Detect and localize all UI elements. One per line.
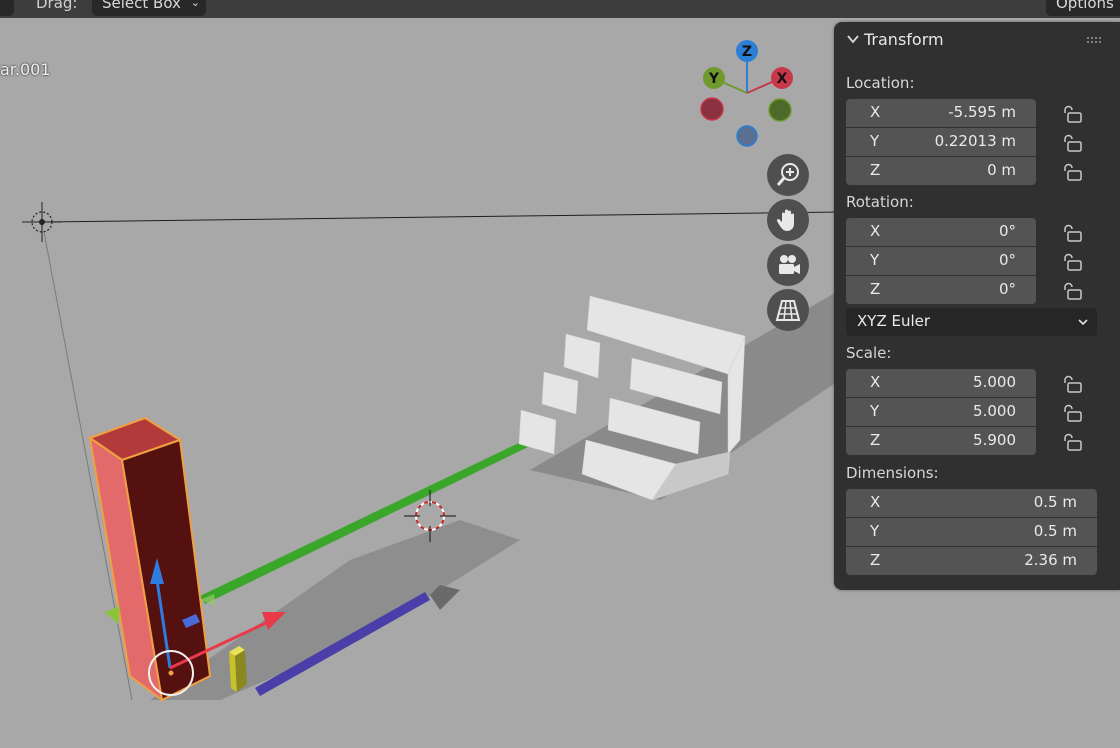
padlock-icon[interactable] — [1062, 374, 1084, 394]
axis-label: X — [870, 222, 881, 240]
padlock-icon[interactable] — [1062, 104, 1084, 124]
select-box-dropdown[interactable]: Select Box ⌄ — [92, 0, 206, 16]
field-value: 5.000 — [973, 373, 1016, 391]
hand-icon — [776, 209, 794, 231]
mode-dropdown[interactable] — [0, 0, 14, 16]
padlock-icon[interactable] — [1062, 162, 1084, 182]
chevron-down-icon[interactable] — [846, 32, 860, 46]
padlock-icon[interactable] — [1062, 403, 1084, 423]
location-z-field[interactable]: Z 0 m — [846, 157, 1036, 185]
rotation-y-field[interactable]: Y 0° — [846, 247, 1036, 275]
yellow-box[interactable] — [229, 646, 247, 692]
axis-neg-y-handle — [768, 98, 792, 122]
transform-panel: Transform Location: X -5.595 m Y 0.22013… — [834, 22, 1120, 590]
rotation-mode-dropdown[interactable]: XYZ Euler — [846, 308, 1097, 336]
zoom-icon — [776, 163, 799, 186]
camera-button[interactable] — [767, 244, 809, 286]
field-value: 0.5 m — [1033, 493, 1077, 511]
axis-label: Y — [870, 251, 880, 269]
scale-x-field[interactable]: X 5.000 — [846, 369, 1036, 397]
options-dropdown[interactable]: Options — [1046, 0, 1120, 16]
padlock-icon[interactable] — [1062, 432, 1084, 452]
grid-icon — [775, 300, 801, 321]
padlock-icon[interactable] — [1062, 281, 1084, 301]
dimensions-y-field[interactable]: Y 0.5 m — [846, 518, 1097, 546]
location-label: Location: — [846, 74, 915, 92]
scale-label: Scale: — [846, 344, 892, 362]
pan-button[interactable] — [767, 199, 809, 241]
drag-grip-icon[interactable] — [1086, 36, 1102, 44]
axis-neg-z-handle — [736, 125, 758, 147]
axis-label: X — [870, 493, 881, 511]
panel-title: Transform — [864, 30, 944, 49]
chevron-down-icon: ⌄ — [190, 0, 200, 9]
field-value: 0.22013 m — [934, 132, 1016, 150]
axis-y-label: Y — [708, 71, 720, 87]
transform-panel-header[interactable]: Transform — [834, 22, 1120, 58]
field-value: 0.5 m — [1033, 522, 1077, 540]
location-x-field[interactable]: X -5.595 m — [846, 99, 1036, 127]
viewport-header: Drag: Select Box ⌄ Options — [0, 0, 1120, 18]
zoom-button[interactable] — [767, 154, 809, 196]
padlock-icon[interactable] — [1062, 133, 1084, 153]
camera-icon — [779, 255, 800, 274]
dimensions-label: Dimensions: — [846, 464, 939, 482]
field-value: 5.900 — [973, 431, 1016, 449]
field-value: 5.000 — [973, 402, 1016, 420]
field-value: 2.36 m — [1024, 551, 1077, 569]
field-value: -5.595 m — [948, 103, 1016, 121]
axis-neg-x-handle — [700, 97, 724, 121]
field-value: 0 m — [987, 161, 1016, 179]
axis-label: Y — [870, 522, 880, 540]
axis-label: Z — [870, 551, 881, 569]
scale-y-field[interactable]: Y 5.000 — [846, 398, 1036, 426]
axis-label: Y — [870, 402, 880, 420]
axis-label: X — [870, 373, 881, 391]
field-value: 0° — [998, 251, 1016, 269]
dimensions-x-field[interactable]: X 0.5 m — [846, 489, 1097, 517]
axis-z-label: Z — [742, 44, 752, 60]
options-label: Options — [1056, 0, 1114, 12]
axis-label: Z — [870, 431, 881, 449]
axis-label: Y — [870, 132, 880, 150]
rotation-z-field[interactable]: Z 0° — [846, 276, 1036, 304]
padlock-icon[interactable] — [1062, 223, 1084, 243]
axis-label: Z — [870, 161, 881, 179]
rotation-x-field[interactable]: X 0° — [846, 218, 1036, 246]
rotation-mode-value: XYZ Euler — [857, 312, 931, 330]
field-value: 0° — [998, 280, 1016, 298]
padlock-icon[interactable] — [1062, 252, 1084, 272]
select-mode-label: Select Box — [102, 0, 181, 12]
dimensions-z-field[interactable]: Z 2.36 m — [846, 547, 1097, 575]
location-y-field[interactable]: Y 0.22013 m — [846, 128, 1036, 156]
chevron-down-icon — [1078, 319, 1088, 326]
field-value: 0° — [998, 222, 1016, 240]
perspective-toggle-button[interactable] — [767, 289, 809, 331]
rotation-label: Rotation: — [846, 193, 914, 211]
axis-label: Z — [870, 280, 881, 298]
axis-label: X — [870, 103, 881, 121]
drag-label: Drag: — [36, 0, 78, 12]
axis-x-label: X — [777, 71, 788, 87]
scale-z-field[interactable]: Z 5.900 — [846, 427, 1036, 455]
active-object-label: ar.001 — [0, 60, 51, 79]
